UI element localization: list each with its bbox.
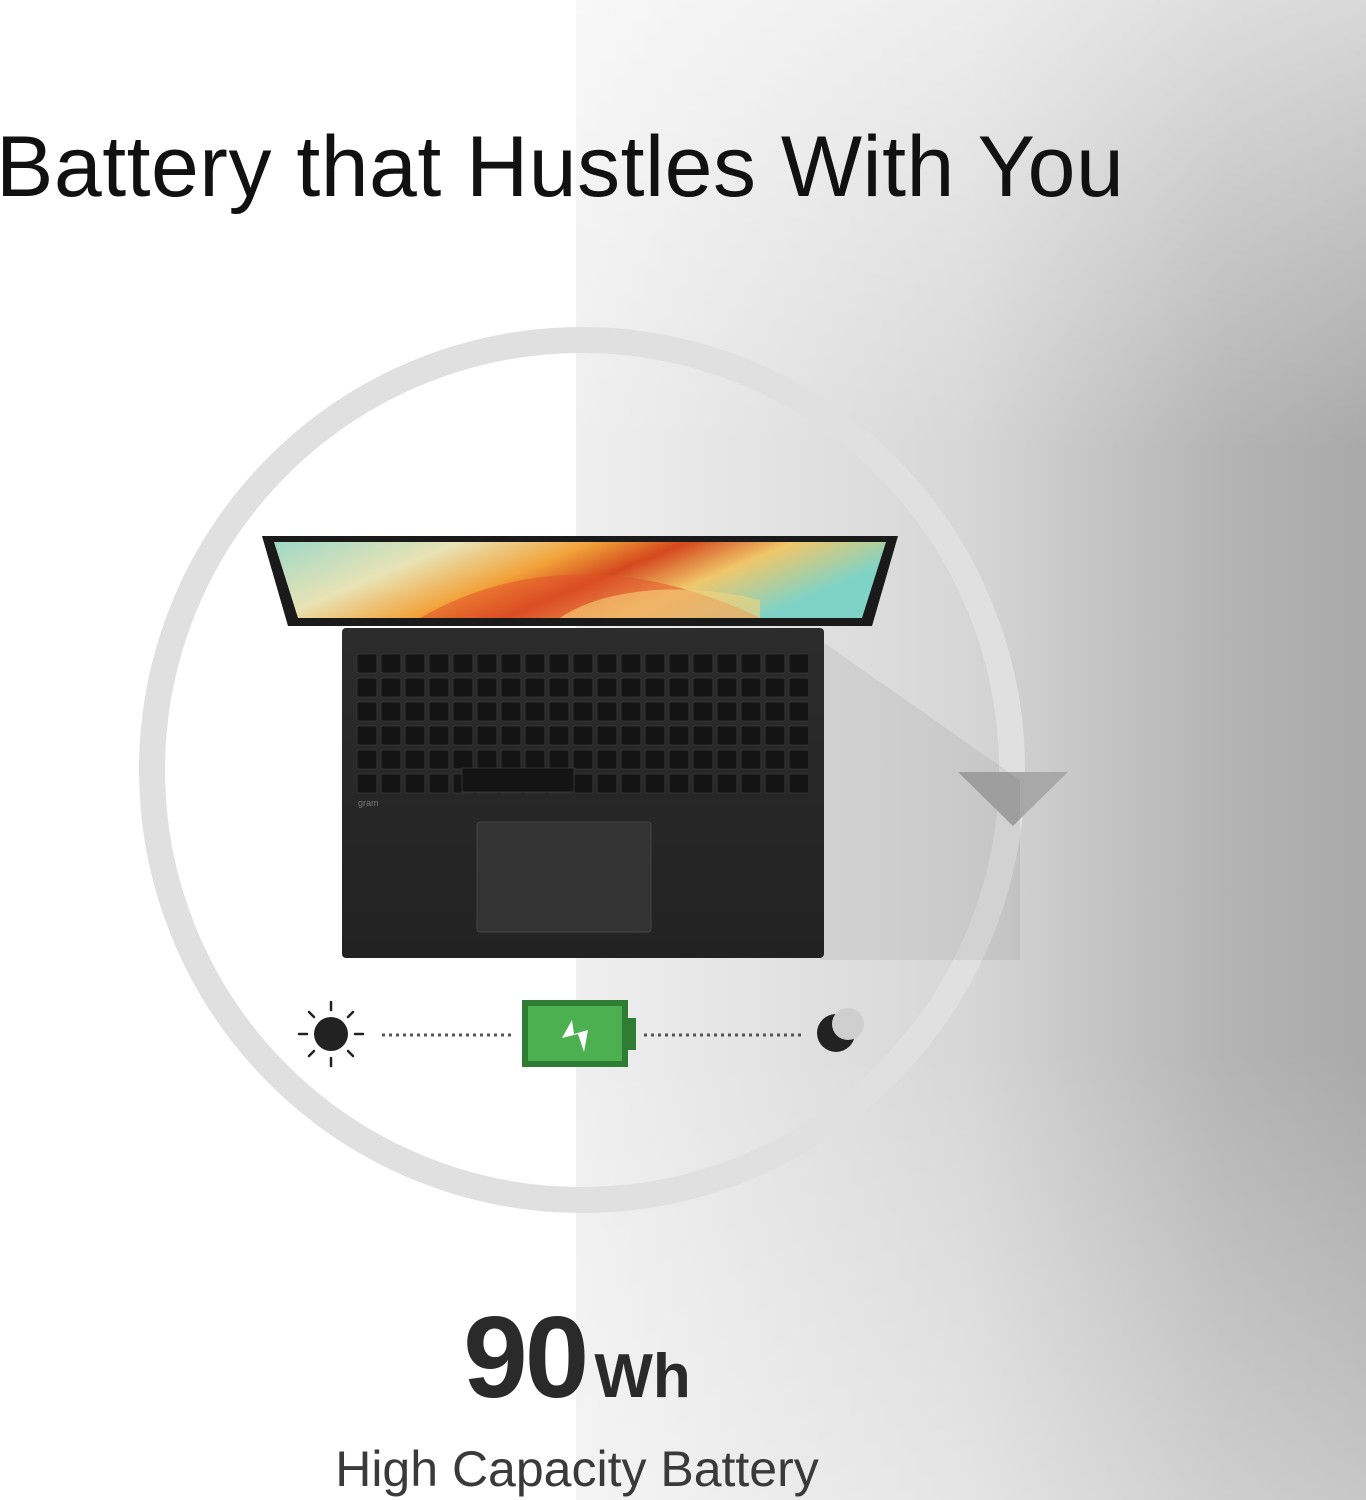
capacity-value: 90 bbox=[463, 1292, 589, 1422]
moon-icon bbox=[817, 1008, 864, 1052]
capacity-label: High Capacity Battery bbox=[335, 1441, 819, 1497]
battery-charging-icon bbox=[522, 1000, 636, 1067]
laptop-body: gram bbox=[342, 628, 824, 958]
brand-mark: gram bbox=[358, 798, 379, 808]
page-canvas: Battery that Hustles With You gram 90 Wh… bbox=[0, 0, 1366, 1500]
sun-icon bbox=[297, 1000, 365, 1068]
illustration: gram bbox=[139, 327, 1068, 1213]
laptop-screen bbox=[262, 536, 898, 626]
capacity-figure: 90 Wh bbox=[0, 1290, 1154, 1424]
capacity-unit: Wh bbox=[594, 1342, 691, 1411]
